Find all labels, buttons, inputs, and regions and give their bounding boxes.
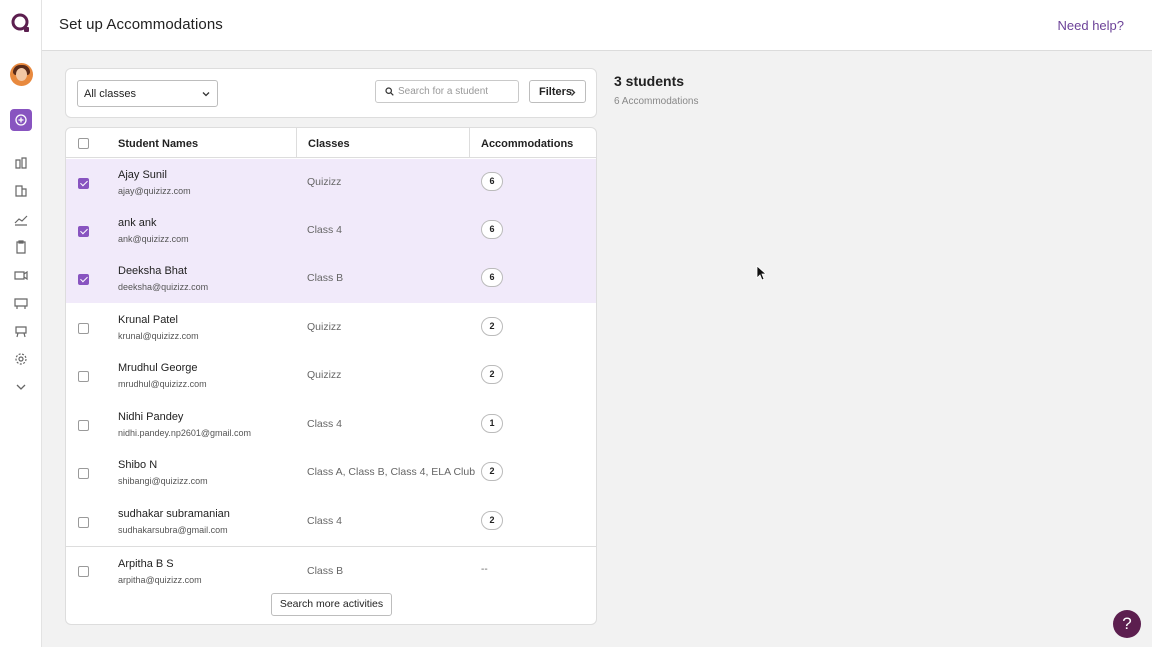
- search-icon: [385, 87, 394, 96]
- student-name: Deeksha Bhat: [118, 265, 188, 277]
- student-classes: Class 4: [307, 418, 343, 430]
- column-divider: [469, 128, 470, 158]
- student-email: mrudhul@quizizz.com: [118, 379, 207, 389]
- student-classes: Quizizz: [307, 369, 342, 381]
- top-bar: Set up Accommodations Need help?: [42, 0, 1152, 51]
- create-plus-icon[interactable]: [10, 109, 32, 131]
- student-email: deeksha@quizizz.com: [118, 282, 209, 292]
- table-row[interactable]: Mrudhul George mrudhul@quizizz.com Quizi…: [66, 352, 596, 400]
- filter-bar: All classes Search for a student Filters: [65, 68, 597, 118]
- table-row[interactable]: sudhakar subramanian sudhakarsubra@gmail…: [66, 498, 596, 546]
- table-row[interactable]: Nidhi Pandey nidhi.pandey.np2601@gmail.c…: [66, 401, 596, 449]
- student-classes: Class B: [307, 565, 344, 577]
- accommodations-count: 6 Accommodations: [614, 96, 699, 107]
- search-more-activities-button[interactable]: Search more activities: [271, 593, 392, 616]
- column-divider: [296, 128, 297, 158]
- student-name: Krunal Patel: [118, 314, 178, 326]
- row-checkbox[interactable]: [78, 323, 89, 334]
- student-email: ajay@quizizz.com: [118, 186, 191, 196]
- student-email: krunal@quizizz.com: [118, 331, 199, 341]
- column-header-classes[interactable]: Classes: [308, 138, 350, 150]
- filters-button[interactable]: Filters: [529, 80, 586, 103]
- chevron-right-icon: [571, 89, 576, 96]
- student-email: sudhakarsubra@gmail.com: [118, 525, 228, 535]
- row-checkbox[interactable]: [78, 468, 89, 479]
- student-name: ank ank: [118, 217, 157, 229]
- accommodations-icon[interactable]: [14, 324, 28, 338]
- library-icon[interactable]: [14, 156, 28, 170]
- table-row[interactable]: Krunal Patel krunal@quizizz.com Quizizz …: [66, 304, 596, 352]
- select-all-checkbox[interactable]: [78, 138, 89, 149]
- table-row[interactable]: ank ank ank@quizizz.com Class 4 6: [66, 207, 596, 255]
- accommodations-count-badge[interactable]: 6: [481, 220, 503, 239]
- sidebar: [0, 0, 42, 647]
- row-checkbox[interactable]: [78, 517, 89, 528]
- page-title: Set up Accommodations: [59, 16, 223, 33]
- accommodations-empty: --: [481, 564, 488, 575]
- student-classes: Class A, Class B, Class 4, ELA Club: [307, 466, 476, 478]
- table-row[interactable]: Deeksha Bhat deeksha@quizizz.com Class B…: [66, 255, 596, 303]
- clipboard-icon[interactable]: [14, 240, 28, 254]
- search-placeholder: Search for a student: [398, 86, 489, 97]
- help-fab-button[interactable]: ?: [1113, 610, 1141, 638]
- settings-icon[interactable]: [14, 352, 28, 366]
- student-name: Ajay Sunil: [118, 169, 167, 181]
- classes-icon[interactable]: [14, 296, 28, 310]
- student-email: shibangi@quizizz.com: [118, 476, 208, 486]
- analytics-icon[interactable]: [14, 212, 28, 226]
- student-email: nidhi.pandey.np2601@gmail.com: [118, 428, 252, 438]
- row-checkbox[interactable]: [78, 566, 89, 577]
- student-email: arpitha@quizizz.com: [118, 575, 202, 585]
- column-header-accommodations[interactable]: Accommodations: [481, 138, 573, 150]
- filters-label: Filters: [539, 86, 573, 98]
- chevron-down-icon: [202, 92, 210, 97]
- row-checkbox[interactable]: [78, 420, 89, 431]
- students-table: Student Names Classes Accommodations Aja…: [65, 127, 597, 625]
- student-name: Mrudhul George: [118, 362, 198, 374]
- table-row[interactable]: Shibo N shibangi@quizizz.com Class A, Cl…: [66, 449, 596, 497]
- accommodations-count-badge[interactable]: 1: [481, 414, 503, 433]
- accommodations-count-badge[interactable]: 2: [481, 365, 503, 384]
- accommodations-count-badge[interactable]: 6: [481, 268, 503, 287]
- row-checkbox[interactable]: [78, 178, 89, 189]
- avatar[interactable]: [10, 63, 33, 86]
- accommodations-count-badge[interactable]: 2: [481, 317, 503, 336]
- student-classes: Class B: [307, 272, 344, 284]
- selected-students-count: 3 students: [614, 73, 685, 89]
- table-row[interactable]: Ajay Sunil ajay@quizizz.com Quizizz 6: [66, 159, 596, 207]
- accommodations-count-badge[interactable]: 6: [481, 172, 503, 191]
- accommodations-count-badge[interactable]: 2: [481, 511, 503, 530]
- column-header-student-names[interactable]: Student Names: [118, 138, 198, 150]
- student-classes: Quizizz: [307, 176, 342, 188]
- accommodations-count-badge[interactable]: 2: [481, 462, 503, 481]
- student-search-input[interactable]: Search for a student: [375, 80, 519, 103]
- student-classes: Quizizz: [307, 321, 342, 333]
- mouse-cursor-icon: [756, 265, 766, 281]
- quizizz-logo-icon[interactable]: [10, 12, 32, 34]
- need-help-link[interactable]: Need help?: [1058, 18, 1125, 33]
- table-row[interactable]: Arpitha B S arpitha@quizizz.com Class B …: [66, 547, 596, 585]
- row-checkbox[interactable]: [78, 371, 89, 382]
- reports-icon[interactable]: [14, 184, 28, 198]
- student-name: Shibo N: [118, 459, 158, 471]
- student-classes: Class 4: [307, 515, 343, 527]
- student-classes: Class 4: [307, 224, 343, 236]
- chevron-down-icon[interactable]: [14, 380, 28, 394]
- student-name: Nidhi Pandey: [118, 411, 184, 423]
- class-select-value: All classes: [84, 88, 136, 100]
- class-select[interactable]: All classes: [77, 80, 218, 107]
- student-name: sudhakar subramanian: [118, 508, 230, 520]
- row-checkbox[interactable]: [78, 274, 89, 285]
- student-name: Arpitha B S: [118, 558, 174, 570]
- row-checkbox[interactable]: [78, 226, 89, 237]
- table-header: Student Names Classes Accommodations: [66, 128, 596, 158]
- video-icon[interactable]: [14, 268, 28, 282]
- student-email: ank@quizizz.com: [118, 234, 189, 244]
